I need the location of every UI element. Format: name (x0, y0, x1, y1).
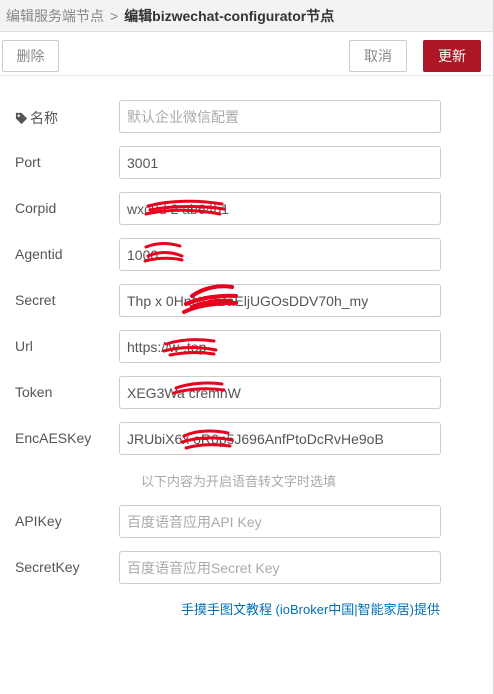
port-label: Port (15, 154, 41, 170)
secretkey-input[interactable]: 百度语音应用Secret Key (119, 551, 441, 584)
delete-button[interactable]: 删除 (2, 40, 59, 72)
breadcrumb-current: 编辑bizwechat-configurator节点 (124, 7, 335, 24)
cancel-button[interactable]: 取消 (349, 40, 407, 72)
corpid-label: Corpid (15, 200, 57, 216)
name-input[interactable]: 默认企业微信配置 (119, 100, 441, 133)
apikey-input[interactable]: 百度语音应用API Key (119, 505, 441, 538)
voice-section-note: 以下内容为开启语音转文字时选填 (141, 474, 337, 489)
secret-label: Secret (15, 292, 56, 308)
form-row-url: Url https://w .top (0, 330, 494, 364)
breadcrumb-parent[interactable]: 编辑服务端节点 (6, 6, 104, 26)
encaeskey-input[interactable]: JRUbiX6x oR6p5J696AnfPtoDcRvHe9oB (119, 422, 441, 455)
form-row-corpid: Corpid wxc0d 2 ab64b1 (0, 192, 494, 226)
apikey-label: APIKey (15, 513, 62, 529)
name-label-text: 名称 (30, 110, 58, 126)
edit-node-tray: 编辑服务端节点 > 编辑bizwechat-configurator节点 删除 … (0, 0, 494, 694)
secret-input[interactable]: Thp x 0HnNf7fBaEljUGOsDDV70h_my (119, 284, 441, 317)
update-button[interactable]: 更新 (423, 40, 481, 72)
tag-icon (15, 112, 28, 124)
form-row-name: 名称 默认企业微信配置 (0, 100, 494, 134)
token-input[interactable]: XEG3Wa cremnW (119, 376, 441, 409)
form-row-apikey: APIKey 百度语音应用API Key (0, 505, 494, 539)
form-row-secret: Secret Thp x 0HnNf7fBaEljUGOsDDV70h_my (0, 284, 494, 318)
agentid-label: Agentid (15, 246, 63, 262)
agentid-input[interactable]: 1000 (119, 238, 441, 271)
form-row-token: Token XEG3Wa cremnW (0, 376, 494, 410)
tutorial-link[interactable]: 手摸手图文教程 (ioBroker中国|智能家居)提供 (181, 599, 440, 618)
secretkey-label: SecretKey (15, 559, 80, 575)
token-label: Token (15, 384, 53, 400)
url-label: Url (15, 338, 33, 354)
corpid-input[interactable]: wxc0d 2 ab64b1 (119, 192, 441, 225)
form-row-agentid: Agentid 1000 (0, 238, 494, 272)
form-row-port: Port 3001 (0, 146, 494, 180)
tray-toolbar: 删除 取消 更新 (0, 32, 493, 76)
name-label: 名称 (15, 108, 58, 128)
port-input[interactable]: 3001 (119, 146, 441, 179)
form-row-encaeskey: EncAESKey JRUbiX6x oR6p5J696AnfPtoDcRvHe… (0, 422, 494, 456)
breadcrumb-separator: > (110, 7, 119, 24)
breadcrumb: 编辑服务端节点 > 编辑bizwechat-configurator节点 (0, 0, 493, 32)
encaeskey-label: EncAESKey (15, 430, 92, 446)
url-input[interactable]: https://w .top (119, 330, 441, 363)
form-row-secretkey: SecretKey 百度语音应用Secret Key (0, 551, 494, 585)
